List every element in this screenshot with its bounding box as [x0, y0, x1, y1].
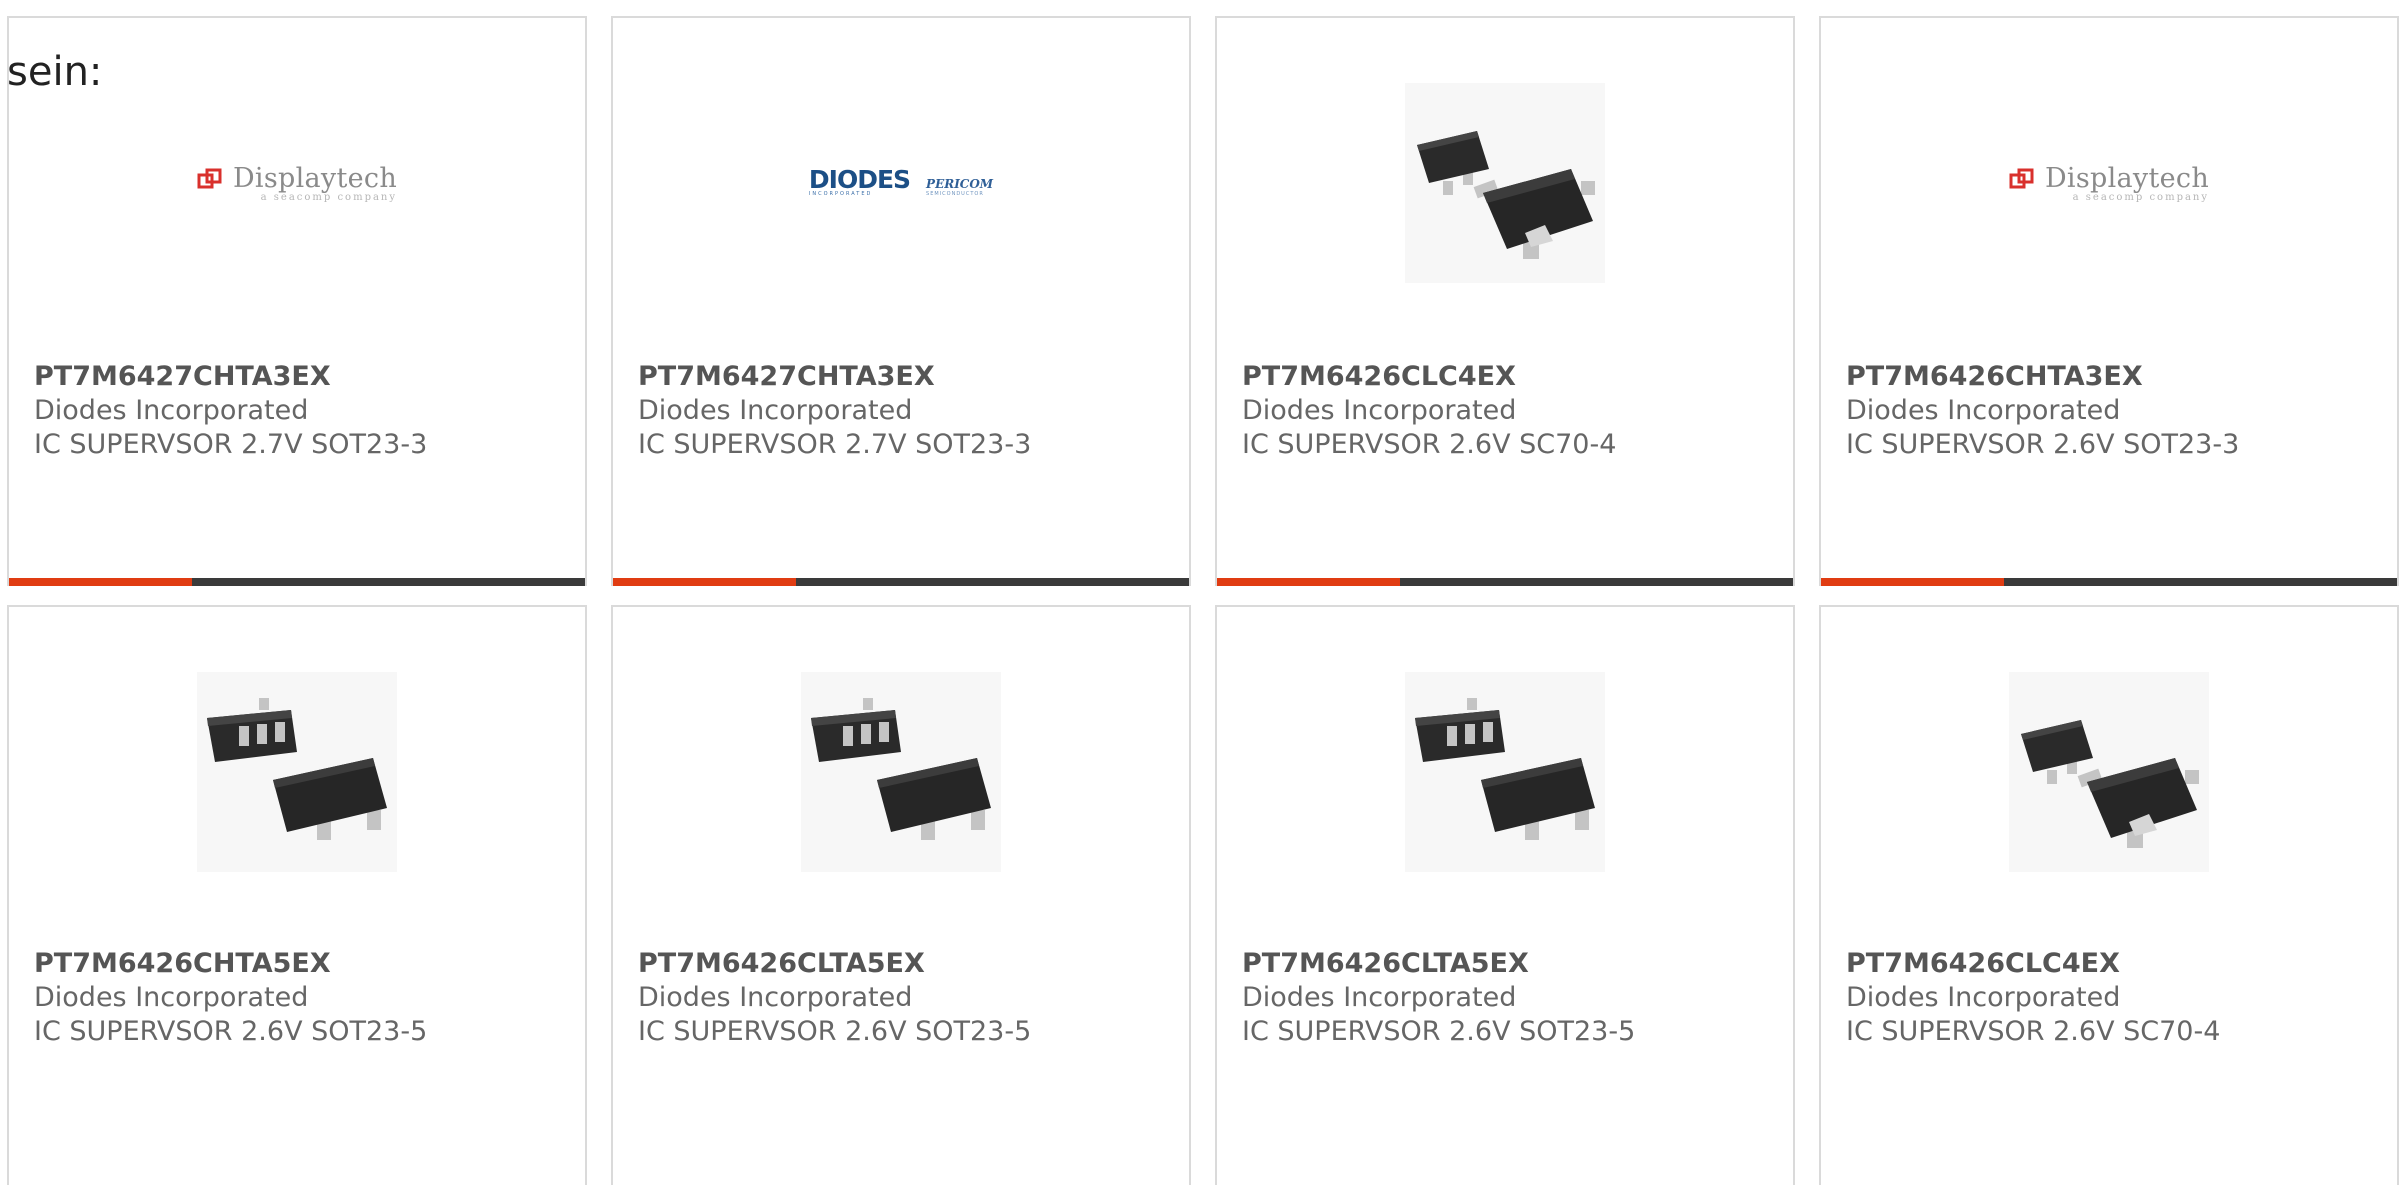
- manufacturer: Diodes Incorporated: [638, 395, 913, 426]
- sc70-package-icon: [2009, 672, 2209, 872]
- displaytech-tagline: a seacomp company: [2072, 192, 2210, 203]
- displaytech-logo: Displaytech a seacomp company: [2009, 163, 2209, 203]
- pericom-wordmark: PERICOM: [926, 177, 994, 191]
- diodes-pericom-logo: DIODES INCORPORATED PERICOM SEMICONDUCTO…: [808, 165, 994, 197]
- description: IC SUPERVSOR 2.6V SC70-4: [1242, 429, 1617, 460]
- part-number-link[interactable]: PT7M6426CLC4EX: [1846, 947, 2387, 981]
- product-image[interactable]: [1217, 18, 1793, 348]
- product-card[interactable]: Displaytech a seacomp company PT7M6426CH…: [1819, 16, 2399, 586]
- manufacturer: Diodes Incorporated: [1846, 982, 2121, 1013]
- displaytech-mark-icon: [197, 168, 222, 188]
- description: IC SUPERVSOR 2.6V SC70-4: [1846, 1016, 2221, 1047]
- product-card[interactable]: PT7M6426CLC4EX Diodes Incorporated IC SU…: [1819, 605, 2399, 1185]
- manufacturer: Diodes Incorporated: [34, 982, 309, 1013]
- product-image[interactable]: DIODES INCORPORATED PERICOM SEMICONDUCTO…: [613, 18, 1189, 348]
- manufacturer: Diodes Incorporated: [1242, 982, 1517, 1013]
- displaytech-tagline: a seacomp company: [260, 192, 398, 203]
- sc70-package-icon: [1405, 83, 1605, 283]
- description: IC SUPERVSOR 2.6V SOT23-5: [1242, 1016, 1636, 1047]
- displaytech-wordmark: Displaytech: [232, 163, 398, 194]
- intro-text: sein:: [7, 49, 103, 95]
- manufacturer: Diodes Incorporated: [638, 982, 913, 1013]
- displaytech-wordmark: Displaytech: [2044, 163, 2210, 194]
- product-image[interactable]: Displaytech a seacomp company: [1821, 18, 2397, 348]
- product-card[interactable]: PT7M6426CHTA5EX Diodes Incorporated IC S…: [7, 605, 587, 1185]
- diodes-wordmark: DIODES: [808, 165, 911, 194]
- displaytech-logo: Displaytech a seacomp company: [197, 163, 397, 203]
- part-number-link[interactable]: PT7M6426CLTA5EX: [1242, 947, 1783, 981]
- description: IC SUPERVSOR 2.7V SOT23-3: [638, 429, 1032, 460]
- product-image[interactable]: [1217, 607, 1793, 937]
- sot23-5-package-icon: [801, 672, 1001, 872]
- part-number-link[interactable]: PT7M6426CLTA5EX: [638, 947, 1179, 981]
- part-number-link[interactable]: PT7M6427CHTA3EX: [34, 360, 575, 394]
- product-image[interactable]: [9, 607, 585, 937]
- card-accent-bar: [1821, 578, 2397, 586]
- product-image[interactable]: [613, 607, 1189, 937]
- manufacturer: Diodes Incorporated: [1846, 395, 2121, 426]
- product-card[interactable]: PT7M6426CLC4EX Diodes Incorporated IC SU…: [1215, 16, 1795, 586]
- card-accent-bar: [9, 578, 585, 586]
- manufacturer: Diodes Incorporated: [34, 395, 309, 426]
- part-number-link[interactable]: PT7M6427CHTA3EX: [638, 360, 1179, 394]
- sot23-5-package-icon: [1405, 672, 1605, 872]
- product-image[interactable]: [1821, 607, 2397, 937]
- card-accent-bar: [1217, 578, 1793, 586]
- product-grid: Displaytech a seacomp company PT7M6427CH…: [0, 0, 2400, 1185]
- card-accent-bar: [613, 578, 1189, 586]
- sot23-5-package-icon: [197, 672, 397, 872]
- product-card[interactable]: DIODES INCORPORATED PERICOM SEMICONDUCTO…: [611, 16, 1191, 586]
- part-number-link[interactable]: PT7M6426CLC4EX: [1242, 360, 1783, 394]
- product-card[interactable]: PT7M6426CLTA5EX Diodes Incorporated IC S…: [1215, 605, 1795, 1185]
- product-card[interactable]: Displaytech a seacomp company PT7M6427CH…: [7, 16, 587, 586]
- description: IC SUPERVSOR 2.6V SOT23-5: [34, 1016, 428, 1047]
- description: IC SUPERVSOR 2.7V SOT23-3: [34, 429, 428, 460]
- manufacturer: Diodes Incorporated: [1242, 395, 1517, 426]
- part-number-link[interactable]: PT7M6426CHTA3EX: [1846, 360, 2387, 394]
- displaytech-mark-icon: [2009, 168, 2034, 188]
- description: IC SUPERVSOR 2.6V SOT23-5: [638, 1016, 1032, 1047]
- description: IC SUPERVSOR 2.6V SOT23-3: [1846, 429, 2240, 460]
- product-card[interactable]: PT7M6426CLTA5EX Diodes Incorporated IC S…: [611, 605, 1191, 1185]
- part-number-link[interactable]: PT7M6426CHTA5EX: [34, 947, 575, 981]
